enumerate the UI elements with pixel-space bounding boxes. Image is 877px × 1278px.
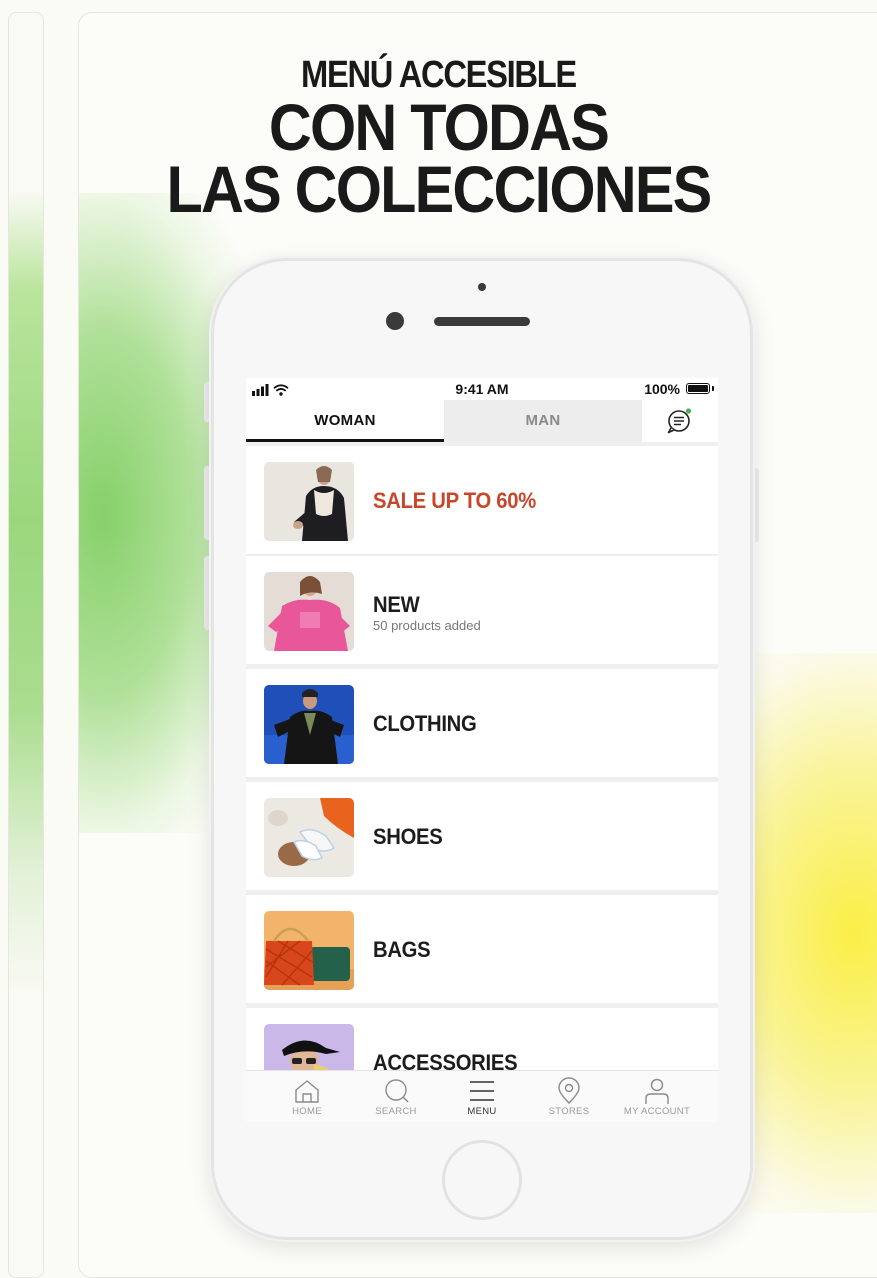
location-pin-icon: [558, 1077, 580, 1104]
new-subtitle: 50 products added: [373, 618, 481, 633]
menu-item-clothing[interactable]: CLOTHING: [246, 669, 718, 777]
menu-item-shoes[interactable]: SHOES: [246, 782, 718, 890]
headline-line-3: LAS COLECCIONES: [166, 152, 713, 226]
nav-my-account-label: MY ACCOUNT: [623, 1106, 691, 1117]
sale-thumbnail: [264, 462, 354, 541]
nav-my-account[interactable]: MY ACCOUNT: [613, 1071, 701, 1122]
nav-stores-label: STORES: [548, 1106, 590, 1117]
phone-speaker: [434, 317, 530, 326]
nav-home[interactable]: HOME: [263, 1071, 351, 1122]
nav-search-label: SEARCH: [375, 1106, 417, 1117]
sale-title: SALE UP TO 60%: [373, 488, 536, 513]
bags-thumbnail: [264, 911, 354, 990]
bottom-navigation: HOME SEARCH MENU STORES MY ACCOUNT: [246, 1070, 718, 1122]
phone-power-button: [752, 468, 759, 542]
home-icon: [295, 1080, 319, 1103]
phone-mute-switch: [204, 382, 211, 422]
nav-home-label: HOME: [292, 1106, 322, 1117]
nav-stores[interactable]: STORES: [525, 1071, 613, 1122]
new-title: NEW: [373, 592, 420, 617]
adjacent-card: [8, 12, 44, 1278]
phone-volume-down: [204, 556, 211, 630]
tab-woman[interactable]: WOMAN: [246, 400, 444, 442]
nav-menu[interactable]: MENU: [438, 1071, 526, 1122]
new-thumbnail: [264, 572, 354, 651]
headline-line-1: MENÚ ACCESIBLE: [301, 54, 577, 96]
app-screen: 9:41 AM 100% WOMAN MAN SALE UP TO 60% NE…: [246, 378, 718, 1122]
phone-sensor: [478, 283, 486, 291]
menu-item-new[interactable]: NEW 50 products added: [246, 556, 718, 664]
nav-menu-label: MENU: [467, 1106, 497, 1117]
menu-item-bags[interactable]: BAGS: [246, 895, 718, 1003]
nav-search[interactable]: SEARCH: [352, 1071, 440, 1122]
bags-title: BAGS: [373, 937, 431, 962]
chat-button[interactable]: [642, 400, 718, 442]
phone-camera: [386, 312, 404, 330]
battery-percent: 100%: [644, 381, 680, 397]
tab-man[interactable]: MAN: [444, 400, 642, 442]
shoes-thumbnail: [264, 798, 354, 877]
phone-home-button[interactable]: [442, 1140, 522, 1220]
menu-item-sale[interactable]: SALE UP TO 60%: [246, 446, 718, 554]
clothing-thumbnail: [264, 685, 354, 764]
search-icon: [385, 1079, 409, 1103]
phone-volume-up: [204, 466, 211, 540]
menu-icon: [470, 1081, 494, 1101]
shoes-title: SHOES: [373, 824, 443, 849]
clothing-title: CLOTHING: [373, 711, 477, 736]
chat-icon: [667, 408, 692, 434]
gender-tabs: WOMAN MAN: [246, 400, 718, 442]
status-bar: 9:41 AM 100%: [246, 378, 718, 400]
battery-icon: [686, 383, 710, 394]
headline-line-2: CON TODAS: [268, 90, 610, 164]
user-icon: [645, 1078, 669, 1104]
